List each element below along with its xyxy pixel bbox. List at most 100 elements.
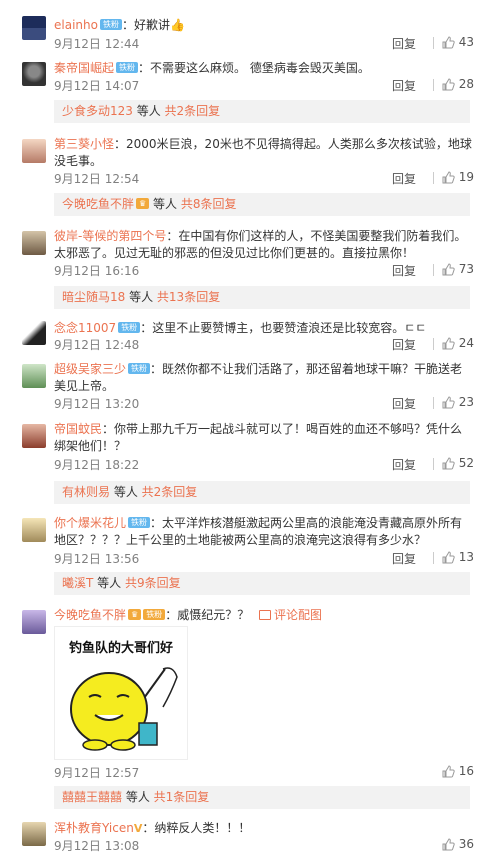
- reply-button[interactable]: 回复: [392, 456, 416, 473]
- comment-item: 彼岸-等候的第四个号：在中国有你们这样的人，不怪美国要整我们防着我们。太邪恶了。…: [0, 226, 496, 281]
- reply-user[interactable]: 囍囍王囍囍: [62, 790, 122, 804]
- username[interactable]: 超级吴家三少: [54, 362, 126, 376]
- avatar[interactable]: [22, 62, 46, 86]
- like-button[interactable]: 43: [442, 35, 474, 49]
- fan-badge: 铁粉: [128, 517, 151, 528]
- thumbs-up-icon: [442, 263, 455, 276]
- comment-image[interactable]: 钓鱼队的大哥们好: [54, 626, 188, 760]
- timestamp: 9月12日 13:08: [54, 839, 140, 853]
- avatar[interactable]: [22, 231, 46, 255]
- reply-mid: 等人: [122, 790, 154, 804]
- comment-item: 第三葵小怪：2000米巨浪，20米也不见得搞得起。人类那么多次核试验，地球没毛事…: [0, 134, 496, 187]
- reply-count-link[interactable]: 共2条回复: [142, 485, 198, 499]
- reply-user[interactable]: 曦溪T: [62, 576, 93, 590]
- like-count: 23: [458, 395, 474, 409]
- username[interactable]: 帝国蚊民: [54, 422, 102, 436]
- reply-user[interactable]: 暗尘随马18: [62, 290, 125, 304]
- username[interactable]: 念念11007: [54, 321, 116, 335]
- reply-button[interactable]: 回复: [392, 170, 416, 187]
- reply-button[interactable]: 回复: [392, 395, 416, 412]
- username[interactable]: 第三葵小怪: [54, 137, 114, 151]
- reply-button[interactable]: 回复: [392, 550, 416, 567]
- avatar[interactable]: [22, 321, 46, 345]
- like-button[interactable]: 73: [442, 262, 474, 276]
- like-button[interactable]: 28: [442, 77, 474, 91]
- more-replies-bar[interactable]: 曦溪T 等人 共9条回复: [54, 572, 470, 595]
- thumbs-up-icon: [442, 838, 455, 851]
- comment-item: 念念11007 铁粉 ：这里不止要赞博主，也要赞渣浪还是比较宽容。ㄷㄷ 9月12日 …: [0, 318, 496, 354]
- username[interactable]: 你个爆米花儿: [54, 516, 126, 530]
- reply-button[interactable]: 回复: [392, 262, 416, 279]
- like-count: 36: [458, 837, 474, 851]
- timestamp: 9月12日 12:54: [54, 172, 140, 186]
- more-replies-bar[interactable]: 囍囍王囍囍 等人 共1条回复: [54, 786, 470, 809]
- reply-count-link[interactable]: 共13条回复: [157, 290, 220, 304]
- like-button[interactable]: 24: [442, 336, 474, 350]
- avatar[interactable]: [22, 610, 46, 634]
- divider: [433, 458, 434, 470]
- timestamp: 9月12日 12:48: [54, 338, 140, 352]
- username[interactable]: elainho: [54, 18, 98, 32]
- username[interactable]: 彼岸-等候的第四个号: [54, 229, 166, 243]
- like-button[interactable]: 23: [442, 395, 474, 409]
- reply-count-link[interactable]: 共1条回复: [154, 790, 210, 804]
- like-count: 43: [458, 35, 474, 49]
- reply-count-link[interactable]: 共9条回复: [125, 576, 181, 590]
- avatar[interactable]: [22, 424, 46, 448]
- more-replies-bar[interactable]: 有林则易 等人 共2条回复: [54, 481, 470, 504]
- avatar[interactable]: [22, 16, 46, 40]
- more-replies-bar[interactable]: 今晚吃鱼不胖 ♛ 等人 共8条回复: [54, 193, 470, 216]
- avatar[interactable]: [22, 364, 46, 388]
- comment-feed: { "top_snippet": "...", "c1": {"user":"e…: [0, 0, 496, 856]
- comment-text: ：纳粹反人类！！！: [142, 821, 251, 835]
- like-count: 73: [458, 262, 474, 276]
- thumbs-up-icon: [442, 78, 455, 91]
- comment-text: ：2000米巨浪，20米也不见得搞得起。人类那么多次核试验，地球没毛事。: [54, 137, 472, 168]
- vip-badge: ♛: [128, 609, 142, 620]
- avatar[interactable]: [22, 822, 46, 846]
- previous-comment-fragment: [0, 0, 496, 6]
- avatar[interactable]: [22, 139, 46, 163]
- comment-item: 秦帝国崛起 铁粉 ：不需要这么麻烦。 德堡病毒会毁灭美国。 9月12日 14:07 …: [0, 57, 496, 97]
- timestamp: 9月12日 14:07: [54, 79, 140, 93]
- thumbs-up-icon: [442, 36, 455, 49]
- reply-user[interactable]: 少食多动123: [62, 104, 133, 118]
- timestamp: 9月12日 13:20: [54, 397, 140, 411]
- divider: [433, 338, 434, 350]
- thumbs-up-icon: [442, 396, 455, 409]
- thumbs-up-icon: [442, 457, 455, 470]
- reply-button[interactable]: 回复: [392, 77, 416, 94]
- reply-mid: 等人: [110, 485, 142, 499]
- comment-image-link[interactable]: 评论配图: [259, 608, 322, 622]
- reply-count-link[interactable]: 共8条回复: [181, 197, 237, 211]
- username[interactable]: 秦帝国崛起: [54, 61, 114, 75]
- timestamp: 9月12日 16:16: [54, 264, 140, 278]
- thumbs-up-icon: [442, 337, 455, 350]
- like-button[interactable]: 16: [442, 764, 474, 778]
- comment-text: ：好歉讲👍: [121, 18, 185, 32]
- like-button[interactable]: 36: [442, 837, 474, 851]
- reply-mid: 等人: [149, 197, 181, 211]
- reply-button[interactable]: 回复: [392, 35, 416, 52]
- username[interactable]: 浑朴教育Yicen: [54, 821, 134, 835]
- reply-user[interactable]: 今晚吃鱼不胖: [62, 197, 134, 211]
- like-count: 16: [458, 764, 474, 778]
- reply-button[interactable]: 回复: [392, 336, 416, 353]
- like-button[interactable]: 52: [442, 456, 474, 470]
- username[interactable]: 今晚吃鱼不胖: [54, 608, 126, 622]
- comment-text: ：不需要这么麻烦。 德堡病毒会毁灭美国。: [138, 61, 370, 75]
- timestamp: 9月12日 12:57: [54, 766, 140, 780]
- comment-item: 浑朴教育YicenV：纳粹反人类！！！ 9月12日 13:08 36: [0, 818, 496, 856]
- comment-item: 超级吴家三少 铁粉 ：既然你都不让我们活路了，那还留着地球干嘛？干脆送老美见上帝。 …: [0, 359, 496, 411]
- like-button[interactable]: 19: [442, 170, 474, 184]
- like-count: 19: [458, 170, 474, 184]
- reply-user[interactable]: 有林则易: [62, 485, 110, 499]
- fan-badge: 铁粉: [143, 609, 166, 620]
- avatar[interactable]: [22, 518, 46, 542]
- like-button[interactable]: 13: [442, 550, 474, 564]
- more-replies-bar[interactable]: 暗尘随马18 等人 共13条回复: [54, 286, 470, 309]
- reply-mid: 等人: [125, 290, 157, 304]
- reply-count-link[interactable]: 共2条回复: [165, 104, 221, 118]
- fan-badge: 铁粉: [128, 363, 151, 374]
- more-replies-bar[interactable]: 少食多动123 等人 共2条回复: [54, 100, 470, 123]
